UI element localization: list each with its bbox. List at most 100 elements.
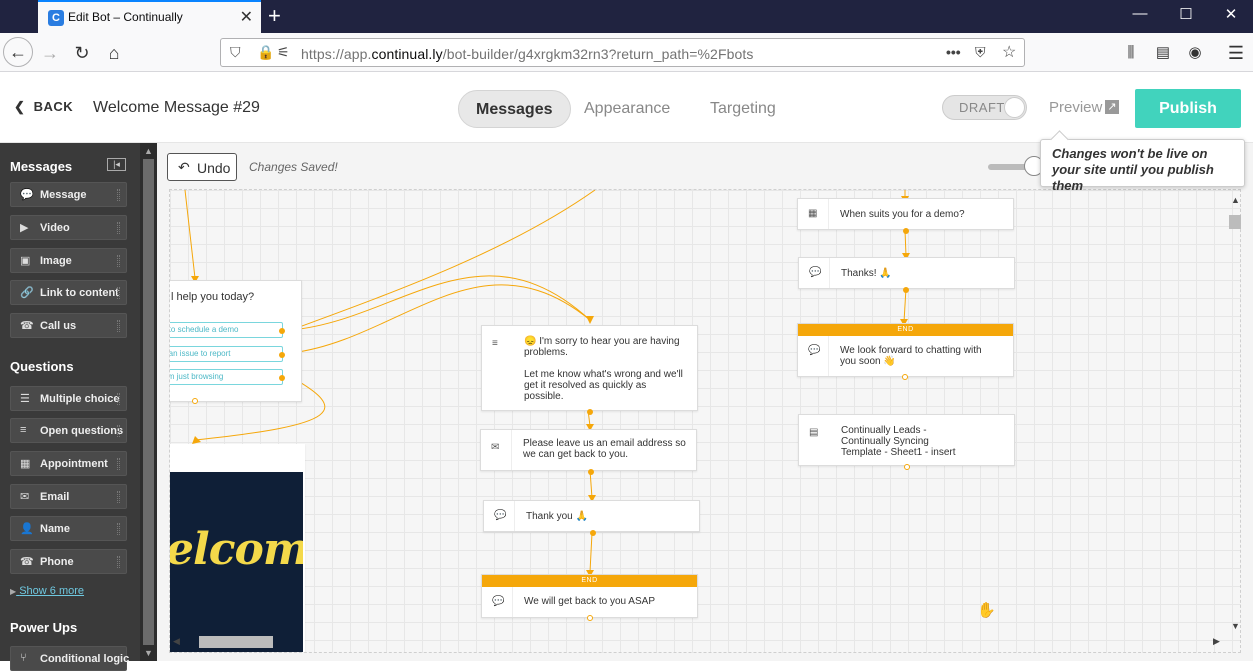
sidebar-item-label: Image bbox=[40, 255, 72, 267]
url-bar[interactable]: ⛉ 🔒 ⚟ https://app.continual.ly/bot-build… bbox=[220, 38, 1025, 67]
undo-label: Undo bbox=[197, 160, 231, 176]
canvas-horizontal-scrollbar[interactable]: ◀ ▶ bbox=[169, 633, 1229, 649]
browser-tab[interactable]: C Edit Bot – Continually ✕ bbox=[38, 0, 261, 33]
drag-handle-icon[interactable] bbox=[117, 425, 120, 437]
external-link-icon[interactable]: ↗ bbox=[1105, 100, 1119, 114]
output-connector[interactable] bbox=[903, 228, 909, 234]
output-port[interactable] bbox=[904, 464, 910, 470]
output-connector[interactable] bbox=[279, 352, 285, 358]
hand-cursor-icon: ✋ bbox=[977, 602, 996, 619]
horizontal-scroll-thumb[interactable] bbox=[199, 636, 273, 648]
drag-handle-icon[interactable] bbox=[117, 491, 120, 503]
scroll-up-icon[interactable]: ▲ bbox=[144, 146, 153, 156]
message-node-end-asap[interactable]: END 💬 We will get back to you ASAP bbox=[481, 574, 698, 621]
sidebar-toggle-icon[interactable]: ▤ bbox=[1149, 39, 1177, 67]
home-icon[interactable]: ⌂ bbox=[100, 39, 128, 67]
scroll-left-icon[interactable]: ◀ bbox=[173, 636, 180, 647]
output-connector[interactable] bbox=[279, 328, 285, 334]
back-arrow-icon[interactable]: ← bbox=[3, 37, 33, 67]
new-tab-icon[interactable]: + bbox=[268, 3, 281, 29]
vertical-scroll-thumb[interactable] bbox=[1229, 215, 1241, 229]
drag-handle-icon[interactable] bbox=[117, 255, 120, 267]
sidebar-item-email[interactable]: ✉ Email bbox=[10, 484, 127, 509]
drag-handle-icon[interactable] bbox=[117, 189, 120, 201]
message-node-thank-you[interactable]: 💬 Thank you 🙏 bbox=[483, 500, 700, 536]
scroll-down-icon[interactable]: ▼ bbox=[1231, 621, 1240, 631]
account-icon[interactable]: ◉ bbox=[1181, 39, 1209, 67]
drag-handle-icon[interactable] bbox=[117, 287, 120, 299]
drag-handle-icon[interactable] bbox=[117, 393, 120, 405]
shield-icon[interactable]: ⛉ bbox=[230, 44, 241, 61]
output-port[interactable] bbox=[192, 398, 198, 404]
sidebar-item-message[interactable]: 💬 Message bbox=[10, 182, 127, 207]
publish-button[interactable]: Publish bbox=[1135, 89, 1241, 128]
sidebar-item-appointment[interactable]: ▦ Appointment bbox=[10, 451, 127, 476]
output-port[interactable] bbox=[902, 374, 908, 380]
permissions-icon[interactable]: ⚟ bbox=[277, 44, 290, 61]
lines-icon: ≡ bbox=[20, 424, 27, 436]
appointment-node[interactable]: ▦ When suits you for a demo? bbox=[797, 198, 1014, 234]
sidebar-item-phone[interactable]: ☎ Phone bbox=[10, 549, 127, 574]
url-text[interactable]: https://app.continual.ly/bot-builder/g4x… bbox=[301, 46, 753, 62]
sidebar-item-image[interactable]: ▣ Image bbox=[10, 248, 127, 273]
sidebar-item-open-questions[interactable]: ≡ Open questions bbox=[10, 418, 127, 443]
output-connector[interactable] bbox=[903, 287, 909, 293]
tab-appearance[interactable]: Appearance bbox=[567, 90, 687, 128]
scroll-up-icon[interactable]: ▲ bbox=[1231, 195, 1240, 205]
image-node[interactable]: elcome bbox=[170, 444, 305, 652]
message-node-thanks[interactable]: 💬 Thanks! 🙏 bbox=[798, 257, 1015, 293]
collapse-sidebar-icon[interactable]: |◂ bbox=[107, 158, 126, 171]
sidebar-item-multiple-choice[interactable]: ☰ Multiple choice bbox=[10, 386, 127, 411]
sidebar-item-conditional-logic[interactable]: ⑂ Conditional logic bbox=[10, 646, 129, 671]
preview-link[interactable]: Preview bbox=[1049, 99, 1102, 116]
page-actions-icon[interactable]: ••• bbox=[946, 44, 961, 60]
output-connector[interactable] bbox=[588, 469, 594, 475]
choice-option[interactable]: e to schedule a demo bbox=[170, 322, 283, 338]
back-button[interactable]: ❮ BACK bbox=[14, 99, 73, 115]
drag-handle-icon[interactable] bbox=[117, 523, 120, 535]
output-connector[interactable] bbox=[590, 530, 596, 536]
sidebar-scroll-thumb[interactable] bbox=[143, 159, 154, 645]
message-node-end-look-forward[interactable]: END 💬 We look forward to chatting with y… bbox=[797, 323, 1014, 380]
bookmark-star-icon[interactable]: ☆ bbox=[1002, 42, 1016, 62]
tab-targeting[interactable]: Targeting bbox=[693, 90, 793, 128]
undo-button[interactable]: ↶ Undo bbox=[167, 153, 237, 181]
lock-icon[interactable]: 🔒 bbox=[257, 44, 274, 61]
choice-option[interactable]: e an issue to report bbox=[170, 346, 283, 362]
drag-handle-icon[interactable] bbox=[117, 222, 120, 234]
menu-icon[interactable]: ☰ bbox=[1222, 39, 1250, 67]
sidebar-item-name[interactable]: 👤 Name bbox=[10, 516, 127, 541]
canvas-vertical-scrollbar[interactable]: ▲ ▼ bbox=[1227, 193, 1243, 633]
output-connector[interactable] bbox=[279, 375, 285, 381]
window-close-icon[interactable]: ✕ bbox=[1216, 5, 1246, 23]
choice-option[interactable]: I'm just browsing bbox=[170, 369, 283, 385]
sidebar-item-link-to-content[interactable]: 🔗 Link to content bbox=[10, 280, 127, 305]
library-icon[interactable]: ⫼ bbox=[1117, 39, 1145, 67]
sidebar-item-video[interactable]: ▶ Video bbox=[10, 215, 127, 240]
minimize-icon[interactable]: — bbox=[1125, 5, 1155, 22]
flow-canvas[interactable]: l help you today? e to schedule a demo e… bbox=[169, 189, 1241, 653]
scroll-right-icon[interactable]: ▶ bbox=[1213, 636, 1220, 647]
tab-messages[interactable]: Messages bbox=[458, 90, 571, 128]
sidebar-item-call-us[interactable]: ☎ Call us bbox=[10, 313, 127, 338]
email-question-node[interactable]: ✉ Please leave us an email address so we… bbox=[480, 429, 697, 475]
document-icon: ▤ bbox=[809, 427, 819, 438]
drag-handle-icon[interactable] bbox=[117, 320, 120, 332]
multiple-choice-node[interactable]: l help you today? e to schedule a demo e… bbox=[170, 280, 302, 404]
forward-arrow-icon[interactable]: → bbox=[36, 39, 64, 67]
scroll-down-icon[interactable]: ▼ bbox=[144, 648, 153, 658]
show-more-link[interactable]: ▶ Show 6 more bbox=[10, 585, 84, 597]
node-text: Please leave us an email address so we c… bbox=[523, 438, 686, 460]
pocket-icon[interactable]: ⛨ bbox=[975, 44, 986, 61]
google-sheets-node[interactable]: ▤ Continually Leads - Continually Syncin… bbox=[798, 414, 1015, 470]
close-tab-icon[interactable]: ✕ bbox=[240, 7, 253, 27]
output-port[interactable] bbox=[587, 615, 593, 621]
drag-handle-icon[interactable] bbox=[117, 556, 120, 568]
draft-toggle[interactable]: DRAFT bbox=[942, 95, 1027, 120]
node-text-line: 😞 I'm sorry to hear you are having probl… bbox=[524, 336, 680, 358]
reload-icon[interactable]: ↻ bbox=[68, 39, 96, 67]
output-connector[interactable] bbox=[587, 409, 593, 415]
drag-handle-icon[interactable] bbox=[117, 458, 120, 470]
message-node-sorry[interactable]: ≡ 😞 I'm sorry to hear you are having pro… bbox=[481, 325, 698, 415]
maximize-icon[interactable]: ☐ bbox=[1171, 5, 1201, 23]
